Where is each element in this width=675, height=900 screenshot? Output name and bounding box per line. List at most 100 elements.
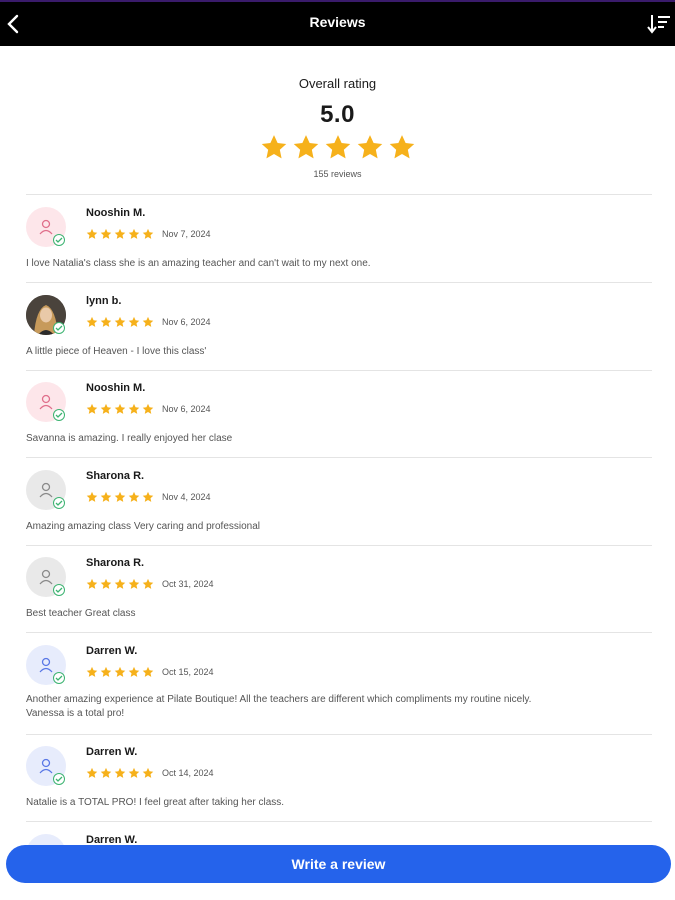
- star-icon: [142, 403, 154, 414]
- review-item: Nooshin M. Nov 6, 2024 Savanna is amazin…: [26, 382, 652, 452]
- star-icon: [142, 767, 154, 778]
- review-item: Sharona R. Oct 31, 2024 Best teacher Gre…: [26, 557, 652, 627]
- review-item: Sharona R. Nov 4, 2024 Amazing amazing c…: [26, 470, 652, 540]
- reviewer-name: lynn b.: [86, 295, 122, 307]
- review-stars: [86, 491, 154, 503]
- divider: [26, 282, 652, 283]
- divider: [26, 457, 652, 458]
- verified-icon: [53, 773, 65, 785]
- star-icon: [357, 135, 382, 159]
- review-date: Nov 4, 2024: [162, 492, 211, 502]
- review-item: lynn b. Nov 6, 2024 A little piece of He…: [26, 295, 652, 365]
- star-icon: [114, 316, 126, 327]
- star-icon: [142, 316, 154, 327]
- star-icon: [128, 491, 140, 502]
- user-icon: [39, 758, 53, 774]
- divider: [26, 370, 652, 371]
- verified-icon: [53, 584, 65, 596]
- divider: [26, 632, 652, 633]
- star-icon: [128, 767, 140, 778]
- review-date: Nov 7, 2024: [162, 229, 211, 239]
- star-icon: [114, 666, 126, 677]
- review-text: Amazing amazing class Very caring and pr…: [26, 521, 261, 532]
- review-text: Best teacher Great class: [26, 608, 136, 619]
- star-icon: [128, 316, 140, 327]
- user-icon: [39, 482, 53, 498]
- reviewer-name: Nooshin M.: [86, 207, 146, 219]
- star-icon: [142, 578, 154, 589]
- review-text: A little piece of Heaven - I love this c…: [26, 346, 207, 357]
- star-icon: [100, 316, 112, 327]
- star-icon: [114, 491, 126, 502]
- review-text-line-1: Another amazing experience at Pilate Bou…: [26, 694, 532, 705]
- review-date: Oct 14, 2024: [162, 768, 214, 778]
- star-icon: [114, 228, 126, 239]
- sort-descending-icon: [647, 15, 670, 34]
- user-icon: [39, 569, 53, 585]
- verified-icon: [53, 234, 65, 246]
- star-icon: [114, 767, 126, 778]
- verified-icon: [53, 672, 65, 684]
- divider: [26, 821, 652, 822]
- user-icon: [39, 657, 53, 673]
- star-icon: [86, 767, 98, 778]
- reviewer-name: Nooshin M.: [86, 382, 146, 394]
- review-date: Nov 6, 2024: [162, 317, 211, 327]
- star-icon: [100, 403, 112, 414]
- sort-button[interactable]: [647, 12, 671, 36]
- overall-score: 5.0: [320, 101, 355, 128]
- review-stars: [86, 767, 154, 779]
- divider: [26, 734, 652, 735]
- review-stars: [86, 228, 154, 240]
- divider: [26, 545, 652, 546]
- reviewer-name: Sharona R.: [86, 470, 145, 482]
- review-text: Savanna is amazing. I really enjoyed her…: [26, 433, 233, 444]
- review-date: Nov 6, 2024: [162, 404, 211, 414]
- star-icon: [325, 135, 350, 159]
- verified-icon: [53, 497, 65, 509]
- star-icon: [86, 403, 98, 414]
- top-bar: Reviews: [0, 0, 675, 46]
- star-icon: [100, 666, 112, 677]
- reviewer-name: Darren W.: [86, 746, 138, 758]
- review-stars: [86, 578, 154, 590]
- star-icon: [128, 578, 140, 589]
- reviewer-name: Sharona R.: [86, 557, 145, 569]
- review-text-line-2: Vanessa is a total pro!: [26, 708, 125, 719]
- review-text: I love Natalia's class she is an amazing…: [26, 258, 371, 269]
- star-icon: [100, 767, 112, 778]
- reviewer-name: Darren W.: [86, 645, 138, 657]
- user-icon: [39, 219, 53, 235]
- write-review-button[interactable]: Write a review: [6, 845, 671, 883]
- review-stars: [86, 666, 154, 678]
- star-icon: [86, 578, 98, 589]
- star-icon: [86, 228, 98, 239]
- user-icon: [39, 394, 53, 410]
- star-icon: [128, 666, 140, 677]
- review-stars: [86, 403, 154, 415]
- star-icon: [128, 403, 140, 414]
- star-icon: [261, 135, 286, 159]
- star-icon: [100, 578, 112, 589]
- page-title: Reviews: [309, 14, 366, 30]
- review-date: Oct 15, 2024: [162, 667, 214, 677]
- review-date: Oct 31, 2024: [162, 579, 214, 589]
- star-icon: [293, 135, 318, 159]
- star-icon: [100, 491, 112, 502]
- divider: [26, 194, 652, 195]
- star-icon: [114, 578, 126, 589]
- review-count: 155 reviews: [313, 169, 362, 179]
- review-item: Nooshin M. Nov 7, 2024 I love Natalia's …: [26, 207, 652, 277]
- star-icon: [86, 491, 98, 502]
- review-text: Natalie is a TOTAL PRO! I feel great aft…: [26, 797, 285, 808]
- star-icon: [142, 228, 154, 239]
- star-icon: [114, 403, 126, 414]
- overall-rating-label: Overall rating: [298, 76, 377, 91]
- review-stars: [86, 316, 154, 328]
- star-icon: [142, 491, 154, 502]
- verified-icon: [53, 409, 65, 421]
- rating-summary: Overall rating 5.0 155 reviews: [0, 76, 675, 179]
- review-item: Darren W. Oct 15, 2024 Another amazing e…: [26, 645, 652, 729]
- star-icon: [142, 666, 154, 677]
- star-icon: [100, 228, 112, 239]
